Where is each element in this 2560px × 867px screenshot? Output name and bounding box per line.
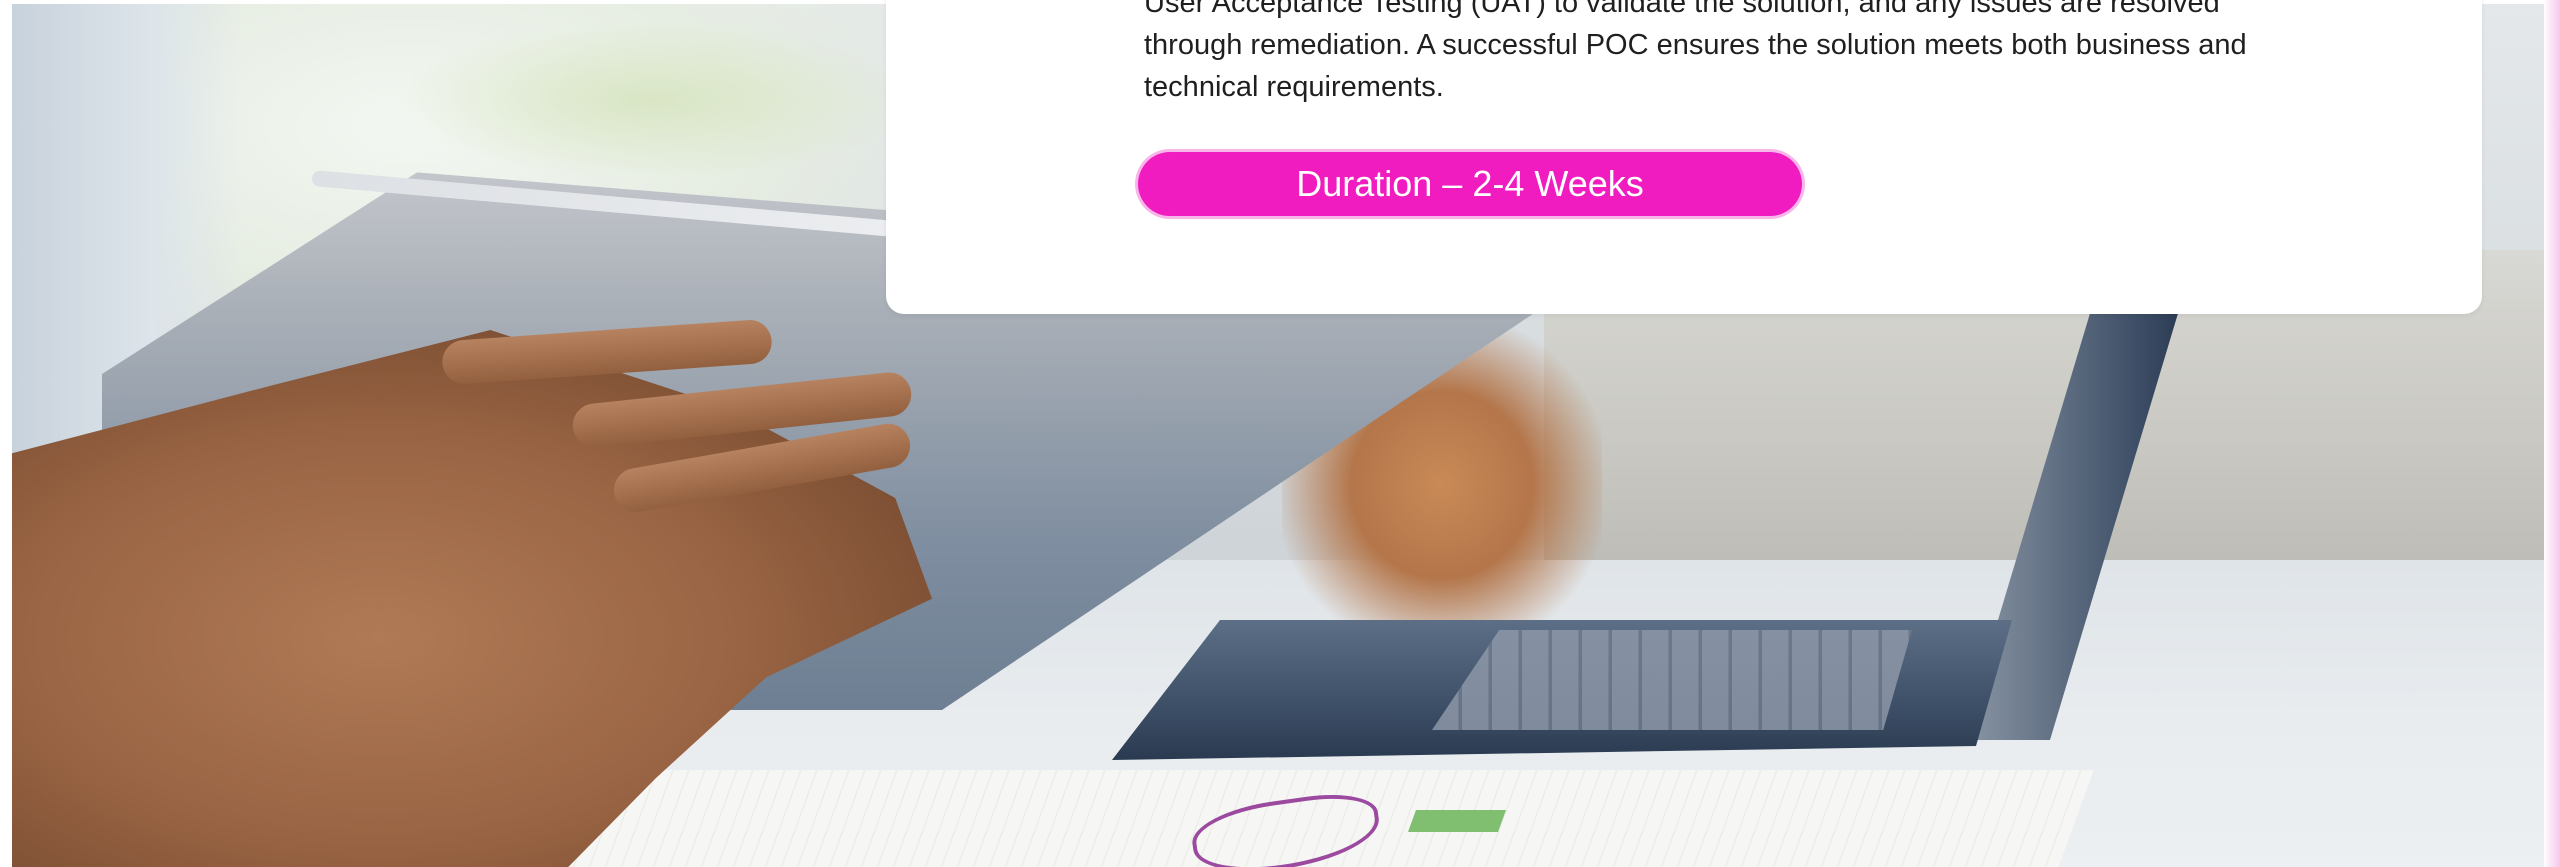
paper-highlight: [1407, 810, 1507, 832]
description-line: technical requirements.: [1144, 71, 1444, 103]
description-text: User Acceptance Testing (UAT) to validat…: [1144, 0, 2434, 108]
slide-page: User Acceptance Testing (UAT) to validat…: [0, 0, 2560, 867]
laptop-keyboard: [1432, 630, 1912, 730]
window-foliage: [392, 20, 912, 180]
description-line: through remediation. A successful POC en…: [1144, 29, 2247, 61]
slide-frame-right: [2544, 0, 2560, 867]
content-card: User Acceptance Testing (UAT) to validat…: [886, 0, 2482, 314]
slide-frame-left: [0, 0, 12, 867]
duration-badge: Duration – 2-4 Weeks: [1138, 152, 1802, 216]
description-line: User Acceptance Testing (UAT) to validat…: [1144, 0, 2220, 19]
